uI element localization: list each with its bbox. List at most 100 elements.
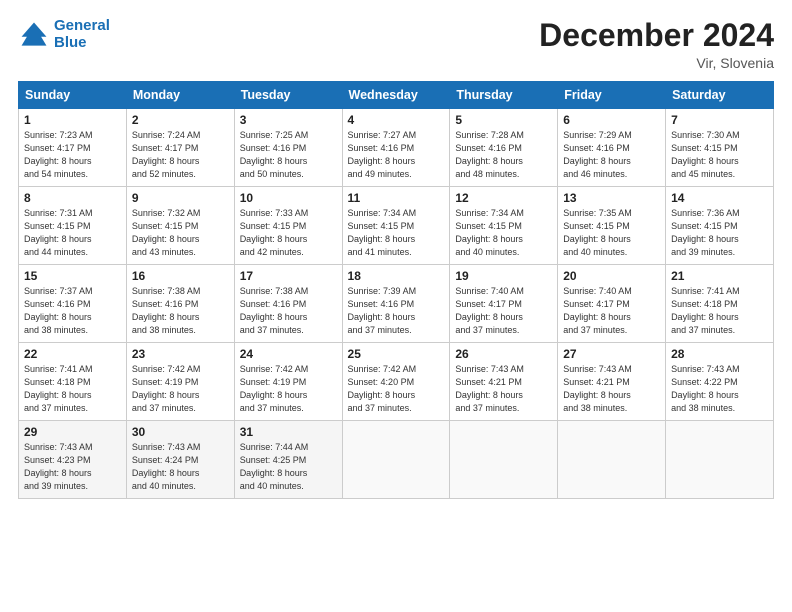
- calendar-cell: 28 Sunrise: 7:43 AM Sunset: 4:22 PM Dayli…: [666, 343, 774, 421]
- day-info: Sunrise: 7:23 AM Sunset: 4:17 PM Dayligh…: [24, 129, 121, 181]
- header: General Blue December 2024 Vir, Slovenia: [18, 18, 774, 71]
- weekday-tuesday: Tuesday: [234, 82, 342, 109]
- day-info: Sunrise: 7:25 AM Sunset: 4:16 PM Dayligh…: [240, 129, 337, 181]
- day-number: 9: [132, 191, 229, 205]
- logo: General Blue: [18, 18, 110, 51]
- day-number: 1: [24, 113, 121, 127]
- calendar-cell: 11 Sunrise: 7:34 AM Sunset: 4:15 PM Dayli…: [342, 187, 450, 265]
- day-info: Sunrise: 7:30 AM Sunset: 4:15 PM Dayligh…: [671, 129, 768, 181]
- calendar-cell: [342, 421, 450, 499]
- day-info: Sunrise: 7:34 AM Sunset: 4:15 PM Dayligh…: [455, 207, 552, 259]
- month-title: December 2024: [539, 18, 774, 53]
- day-number: 3: [240, 113, 337, 127]
- calendar-cell: 12 Sunrise: 7:34 AM Sunset: 4:15 PM Dayli…: [450, 187, 558, 265]
- calendar-cell: 22 Sunrise: 7:41 AM Sunset: 4:18 PM Dayli…: [19, 343, 127, 421]
- day-number: 28: [671, 347, 768, 361]
- calendar-cell: 2 Sunrise: 7:24 AM Sunset: 4:17 PM Daylig…: [126, 109, 234, 187]
- day-info: Sunrise: 7:31 AM Sunset: 4:15 PM Dayligh…: [24, 207, 121, 259]
- day-info: Sunrise: 7:27 AM Sunset: 4:16 PM Dayligh…: [348, 129, 445, 181]
- day-info: Sunrise: 7:43 AM Sunset: 4:24 PM Dayligh…: [132, 441, 229, 493]
- day-number: 10: [240, 191, 337, 205]
- day-number: 11: [348, 191, 445, 205]
- day-info: Sunrise: 7:35 AM Sunset: 4:15 PM Dayligh…: [563, 207, 660, 259]
- day-info: Sunrise: 7:24 AM Sunset: 4:17 PM Dayligh…: [132, 129, 229, 181]
- calendar-table: SundayMondayTuesdayWednesdayThursdayFrid…: [18, 81, 774, 499]
- day-number: 23: [132, 347, 229, 361]
- day-number: 2: [132, 113, 229, 127]
- day-number: 25: [348, 347, 445, 361]
- weekday-thursday: Thursday: [450, 82, 558, 109]
- day-info: Sunrise: 7:44 AM Sunset: 4:25 PM Dayligh…: [240, 441, 337, 493]
- day-number: 31: [240, 425, 337, 439]
- weekday-header-row: SundayMondayTuesdayWednesdayThursdayFrid…: [19, 82, 774, 109]
- day-info: Sunrise: 7:41 AM Sunset: 4:18 PM Dayligh…: [24, 363, 121, 415]
- day-number: 14: [671, 191, 768, 205]
- logo-text: General Blue: [54, 18, 110, 51]
- day-number: 30: [132, 425, 229, 439]
- day-number: 6: [563, 113, 660, 127]
- day-info: Sunrise: 7:33 AM Sunset: 4:15 PM Dayligh…: [240, 207, 337, 259]
- day-info: Sunrise: 7:43 AM Sunset: 4:21 PM Dayligh…: [563, 363, 660, 415]
- day-number: 18: [348, 269, 445, 283]
- calendar-cell: 31 Sunrise: 7:44 AM Sunset: 4:25 PM Dayli…: [234, 421, 342, 499]
- logo-icon: [18, 19, 50, 51]
- weekday-monday: Monday: [126, 82, 234, 109]
- day-info: Sunrise: 7:42 AM Sunset: 4:19 PM Dayligh…: [240, 363, 337, 415]
- calendar-cell: 29Sunrise: 7:43 AM Sunset: 4:23 PM Dayli…: [19, 421, 127, 499]
- day-info: Sunrise: 7:42 AM Sunset: 4:20 PM Dayligh…: [348, 363, 445, 415]
- day-number: 12: [455, 191, 552, 205]
- location: Vir, Slovenia: [539, 55, 774, 71]
- calendar-cell: 13 Sunrise: 7:35 AM Sunset: 4:15 PM Dayli…: [558, 187, 666, 265]
- day-number: 27: [563, 347, 660, 361]
- calendar-cell: 26Sunrise: 7:43 AM Sunset: 4:21 PM Dayli…: [450, 343, 558, 421]
- calendar-cell: 25 Sunrise: 7:42 AM Sunset: 4:20 PM Dayli…: [342, 343, 450, 421]
- calendar-cell: [558, 421, 666, 499]
- weekday-wednesday: Wednesday: [342, 82, 450, 109]
- calendar-cell: 21Sunrise: 7:41 AM Sunset: 4:18 PM Dayli…: [666, 265, 774, 343]
- day-info: Sunrise: 7:43 AM Sunset: 4:22 PM Dayligh…: [671, 363, 768, 415]
- weekday-saturday: Saturday: [666, 82, 774, 109]
- day-info: Sunrise: 7:40 AM Sunset: 4:17 PM Dayligh…: [563, 285, 660, 337]
- day-number: 4: [348, 113, 445, 127]
- calendar-cell: 5Sunrise: 7:28 AM Sunset: 4:16 PM Daylig…: [450, 109, 558, 187]
- calendar-cell: 9 Sunrise: 7:32 AM Sunset: 4:15 PM Daylig…: [126, 187, 234, 265]
- day-number: 19: [455, 269, 552, 283]
- day-number: 24: [240, 347, 337, 361]
- calendar-cell: 1 Sunrise: 7:23 AM Sunset: 4:17 PM Daylig…: [19, 109, 127, 187]
- day-number: 22: [24, 347, 121, 361]
- calendar-cell: 30 Sunrise: 7:43 AM Sunset: 4:24 PM Dayli…: [126, 421, 234, 499]
- day-info: Sunrise: 7:40 AM Sunset: 4:17 PM Dayligh…: [455, 285, 552, 337]
- day-number: 13: [563, 191, 660, 205]
- day-number: 7: [671, 113, 768, 127]
- calendar-cell: 23Sunrise: 7:42 AM Sunset: 4:19 PM Dayli…: [126, 343, 234, 421]
- day-info: Sunrise: 7:29 AM Sunset: 4:16 PM Dayligh…: [563, 129, 660, 181]
- logo-line1: General: [54, 17, 110, 34]
- calendar-cell: 27 Sunrise: 7:43 AM Sunset: 4:21 PM Dayli…: [558, 343, 666, 421]
- calendar-cell: [666, 421, 774, 499]
- calendar-week-2: 8Sunrise: 7:31 AM Sunset: 4:15 PM Daylig…: [19, 187, 774, 265]
- weekday-friday: Friday: [558, 82, 666, 109]
- day-number: 21: [671, 269, 768, 283]
- page: General Blue December 2024 Vir, Slovenia…: [0, 0, 792, 612]
- calendar-cell: 3 Sunrise: 7:25 AM Sunset: 4:16 PM Daylig…: [234, 109, 342, 187]
- day-info: Sunrise: 7:32 AM Sunset: 4:15 PM Dayligh…: [132, 207, 229, 259]
- day-info: Sunrise: 7:39 AM Sunset: 4:16 PM Dayligh…: [348, 285, 445, 337]
- day-number: 15: [24, 269, 121, 283]
- day-info: Sunrise: 7:34 AM Sunset: 4:15 PM Dayligh…: [348, 207, 445, 259]
- calendar-week-5: 29Sunrise: 7:43 AM Sunset: 4:23 PM Dayli…: [19, 421, 774, 499]
- calendar-week-1: 1 Sunrise: 7:23 AM Sunset: 4:17 PM Daylig…: [19, 109, 774, 187]
- weekday-sunday: Sunday: [19, 82, 127, 109]
- calendar-cell: 17Sunrise: 7:38 AM Sunset: 4:16 PM Dayli…: [234, 265, 342, 343]
- calendar-cell: 24 Sunrise: 7:42 AM Sunset: 4:19 PM Dayli…: [234, 343, 342, 421]
- calendar-cell: 14 Sunrise: 7:36 AM Sunset: 4:15 PM Dayli…: [666, 187, 774, 265]
- calendar-cell: 7 Sunrise: 7:30 AM Sunset: 4:15 PM Daylig…: [666, 109, 774, 187]
- day-info: Sunrise: 7:37 AM Sunset: 4:16 PM Dayligh…: [24, 285, 121, 337]
- title-block: December 2024 Vir, Slovenia: [539, 18, 774, 71]
- calendar-cell: 8Sunrise: 7:31 AM Sunset: 4:15 PM Daylig…: [19, 187, 127, 265]
- day-info: Sunrise: 7:38 AM Sunset: 4:16 PM Dayligh…: [132, 285, 229, 337]
- day-info: Sunrise: 7:36 AM Sunset: 4:15 PM Dayligh…: [671, 207, 768, 259]
- day-number: 26: [455, 347, 552, 361]
- day-info: Sunrise: 7:28 AM Sunset: 4:16 PM Dayligh…: [455, 129, 552, 181]
- day-number: 20: [563, 269, 660, 283]
- calendar-cell: 20 Sunrise: 7:40 AM Sunset: 4:17 PM Dayli…: [558, 265, 666, 343]
